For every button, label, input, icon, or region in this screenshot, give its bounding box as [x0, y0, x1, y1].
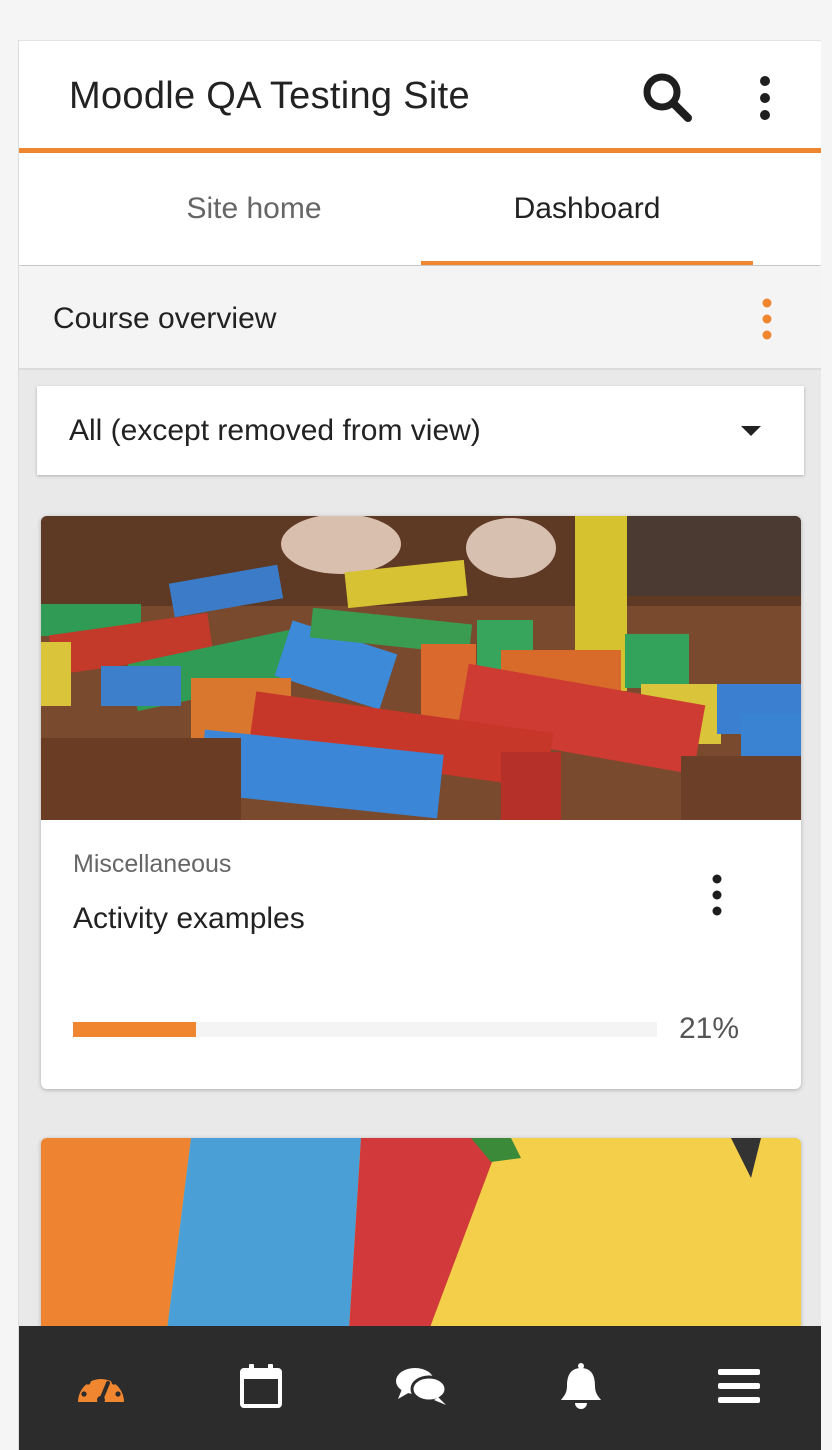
course-menu-icon[interactable]	[705, 872, 729, 918]
site-title: Moodle QA Testing Site	[69, 75, 470, 117]
moodle-app: Moodle QA Testing Site Site home Dashboa…	[18, 40, 821, 1450]
course-progress-bar	[73, 1022, 657, 1037]
course-progress-label: 21%	[679, 1012, 740, 1045]
notifications-bell-icon	[561, 1363, 601, 1409]
nav-calendar[interactable]	[231, 1356, 291, 1416]
dashboard-gauge-icon	[78, 1373, 124, 1404]
nav-dashboard[interactable]	[71, 1356, 131, 1416]
bottom-navigation	[19, 1326, 821, 1450]
calendar-icon	[240, 1364, 282, 1408]
more-vertical-icon[interactable]	[747, 73, 783, 123]
app-header: Moodle QA Testing Site	[19, 40, 821, 153]
course-card[interactable]: Miscellaneous Activity examples 21%	[41, 516, 801, 1089]
block-title: Course overview	[53, 302, 277, 335]
nav-menu[interactable]	[709, 1356, 769, 1416]
block-more-icon[interactable]	[755, 296, 779, 342]
search-icon[interactable]	[641, 71, 695, 125]
messages-icon	[396, 1368, 448, 1405]
course-name[interactable]: Activity examples	[73, 902, 305, 936]
course-category: Miscellaneous	[73, 850, 232, 878]
course-progress-fill	[73, 1022, 196, 1037]
course-overview-header: Course overview	[19, 266, 821, 370]
course-image[interactable]	[41, 516, 801, 820]
chevron-down-icon	[741, 426, 761, 436]
nav-messages[interactable]	[391, 1356, 451, 1416]
tab-dashboard[interactable]: Dashboard	[421, 153, 753, 265]
nav-notifications[interactable]	[551, 1356, 611, 1416]
tab-site-home[interactable]: Site home	[89, 153, 419, 265]
main-tabs: Site home Dashboard	[19, 153, 821, 265]
filter-selected-value: All (except removed from view)	[69, 414, 481, 447]
course-filter-select[interactable]: All (except removed from view)	[37, 386, 804, 475]
hamburger-menu-icon	[718, 1369, 760, 1403]
